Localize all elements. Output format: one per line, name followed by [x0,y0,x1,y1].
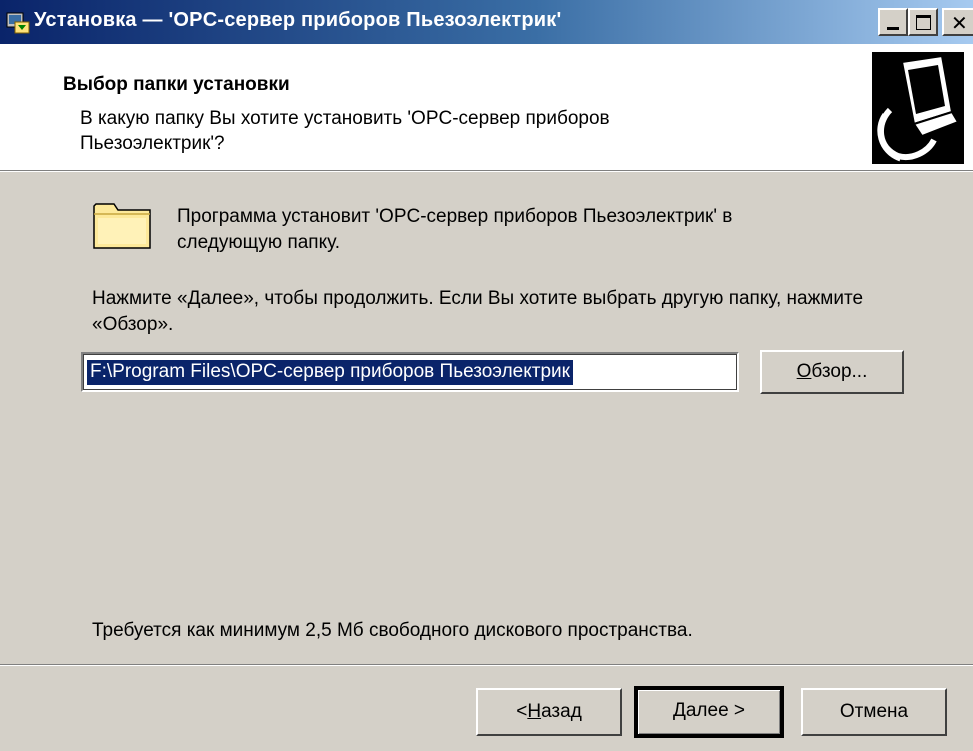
close-button[interactable] [942,8,973,36]
next-button[interactable]: Далее > [634,686,784,738]
intro-text: Программа установит 'OPC-сервер приборов… [177,206,733,253]
browse-button[interactable]: Обзор... [760,350,904,394]
install-path-value: F:\Program Files\OPC-сервер приборов Пье… [87,360,573,385]
back-label: азад [541,701,582,722]
back-accel: Н [527,701,542,722]
back-button[interactable]: < Назад [476,688,622,736]
browse-label: бзор... [811,361,868,382]
title-bar[interactable]: Установка — 'OPC-сервер приборов Пьезоэл… [0,0,973,44]
minimize-button[interactable] [878,8,908,36]
next-accel: Д [672,700,686,721]
cancel-label: Отмена [839,701,909,722]
cancel-button[interactable]: Отмена [801,688,947,736]
maximize-button[interactable] [908,8,938,36]
setup-window: Установка — 'OPC-сервер приборов Пьезоэл… [0,0,973,751]
folder-icon [93,203,151,249]
installer-icon [6,12,30,34]
page-title: Выбор папки установки [63,74,290,95]
header-panel: Выбор папки установки В какую папку Вы х… [0,44,973,170]
computer-install-icon [872,52,964,164]
header-divider [0,170,973,172]
window-title: Установка — 'OPC-сервер приборов Пьезоэл… [34,9,562,31]
install-path-input[interactable]: F:\Program Files\OPC-сервер приборов Пье… [81,352,739,392]
next-label: алее > [685,700,746,721]
page-subtitle: В какую папку Вы хотите установить 'OPC-… [80,108,610,154]
space-required-text: Требуется как минимум 2,5 Мб свободного … [92,620,693,641]
back-prefix: < [516,701,528,722]
instruction-text: Нажмите «Далее», чтобы продолжить. Если … [92,288,864,335]
footer-divider [0,664,973,666]
browse-accel: О [796,361,812,382]
